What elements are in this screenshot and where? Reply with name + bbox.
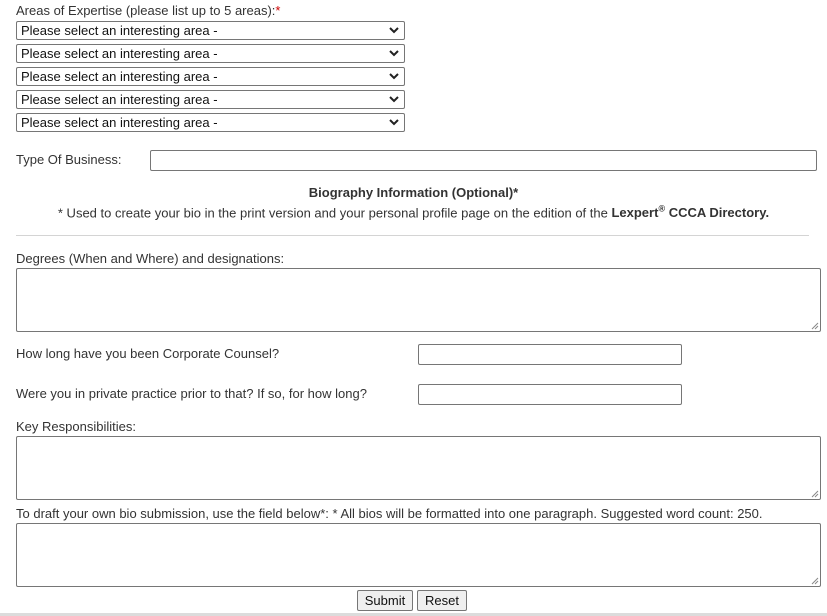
section-divider: [16, 235, 809, 236]
required-mark: *: [275, 3, 281, 18]
resize-grip-icon[interactable]: [811, 490, 819, 498]
chevron-down-icon: [389, 27, 399, 34]
select-value: Please select an interesting area -: [21, 92, 218, 107]
chevron-down-icon: [389, 73, 399, 80]
chevron-down-icon: [389, 50, 399, 57]
select-value: Please select an interesting area -: [21, 23, 218, 38]
degrees-textarea[interactable]: [16, 268, 821, 332]
business-input[interactable]: [150, 150, 817, 171]
bio-section-title: Biography Information (Optional)*: [308, 185, 519, 200]
expertise-label: Areas of Expertise (please list up to 5 …: [16, 3, 280, 19]
counsel-duration-input[interactable]: [418, 344, 682, 365]
responsibilities-textarea[interactable]: [16, 436, 821, 500]
expertise-select-4[interactable]: Please select an interesting area -: [16, 90, 405, 109]
responsibilities-label: Key Responsibilities:: [16, 419, 136, 434]
bio-draft-label: To draft your own bio submission, use th…: [16, 506, 763, 521]
bio-draft-textarea[interactable]: [16, 523, 821, 587]
select-value: Please select an interesting area -: [21, 115, 218, 130]
brand-name: Lexpert® CCCA Directory.: [611, 204, 770, 221]
practice-label: Were you in private practice prior to th…: [16, 386, 367, 401]
business-label: Type Of Business:: [16, 152, 122, 167]
expertise-select-3[interactable]: Please select an interesting area -: [16, 67, 405, 86]
resize-grip-icon[interactable]: [811, 322, 819, 330]
chevron-down-icon: [389, 96, 399, 103]
submit-button[interactable]: Submit: [357, 590, 413, 611]
resize-grip-icon[interactable]: [811, 577, 819, 585]
bio-section-note: * Used to create your bio in the print v…: [0, 204, 827, 220]
expertise-select-1[interactable]: Please select an interesting area -: [16, 21, 405, 40]
degrees-label: Degrees (When and Where) and designation…: [16, 251, 285, 266]
expertise-select-2[interactable]: Please select an interesting area -: [16, 44, 405, 63]
brand-text: Lexpert: [611, 205, 659, 221]
reset-button[interactable]: Reset: [417, 590, 467, 611]
directory-text: CCCA Directory.: [665, 205, 770, 221]
select-value: Please select an interesting area -: [21, 46, 218, 61]
expertise-select-5[interactable]: Please select an interesting area -: [16, 113, 405, 132]
counsel-label: How long have you been Corporate Counsel…: [16, 346, 280, 361]
practice-duration-input[interactable]: [418, 384, 682, 405]
select-value: Please select an interesting area -: [21, 69, 218, 84]
bio-note-text: * Used to create your bio in the print v…: [57, 205, 612, 221]
expertise-label-text: Areas of Expertise (please list up to 5 …: [16, 3, 276, 18]
chevron-down-icon: [389, 119, 399, 126]
